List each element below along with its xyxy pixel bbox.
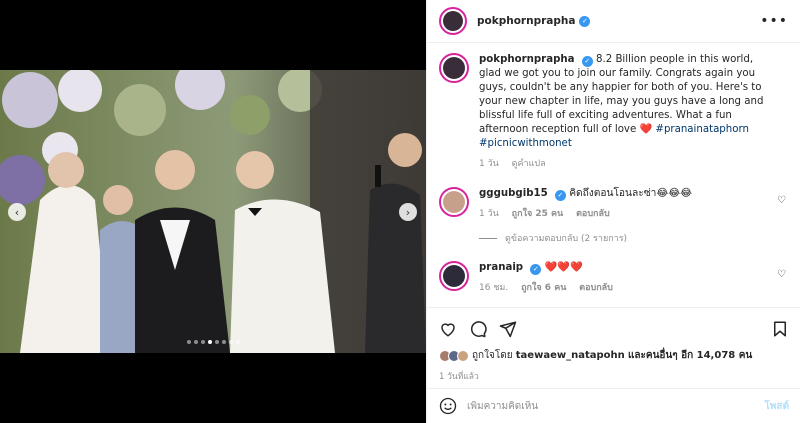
carousel-dot bbox=[187, 340, 191, 344]
carousel-indicator bbox=[187, 340, 240, 344]
liker-avatars bbox=[439, 349, 469, 362]
carousel-prev-button[interactable]: ‹ bbox=[8, 203, 26, 221]
verified-icon: ✓ bbox=[554, 190, 566, 201]
heart-emoji: ❤️ bbox=[639, 124, 653, 135]
share-icon[interactable] bbox=[499, 320, 517, 338]
caption-text: 8.2 Billion people in this world, glad w… bbox=[479, 54, 764, 135]
post-header: pokphornprapha ✓ ••• bbox=[427, 0, 800, 43]
carousel-dot bbox=[236, 340, 240, 344]
carousel-next-button[interactable]: › bbox=[399, 203, 417, 221]
comment-input[interactable] bbox=[467, 400, 765, 412]
verified-icon: ✓ bbox=[579, 15, 591, 27]
caption-username[interactable]: pokphornprapha bbox=[479, 54, 575, 65]
post-media: ‹ › bbox=[0, 0, 426, 423]
post-side-panel: pokphornprapha ✓ ••• pokphornprapha ✓ 8.… bbox=[426, 0, 800, 423]
emoji-icon[interactable] bbox=[439, 397, 457, 415]
more-icon[interactable]: ••• bbox=[760, 13, 788, 29]
carousel-dot bbox=[222, 340, 226, 344]
verified-icon: ✓ bbox=[581, 56, 593, 67]
avatar[interactable] bbox=[439, 187, 469, 217]
carousel-dot bbox=[194, 340, 198, 344]
translate-link[interactable]: ดูคำแปล bbox=[512, 159, 546, 169]
comment-item: pranaip ✓ ❤️❤️❤️ 16 ชม. ถูกใจ 6 คน ตอบกล… bbox=[439, 261, 788, 295]
post-comment-button[interactable]: โพสต์ bbox=[764, 399, 789, 414]
comment-likes[interactable]: ถูกใจ 6 คน bbox=[521, 283, 566, 293]
likes-summary: ถูกใจโดย taewaew_natapohn และคนอื่นๆ อีก… bbox=[439, 348, 789, 363]
comment-item: gggubgib15 ✓ คิดถึงตอนโอนละซ่า😂😂😂 1 วัน … bbox=[439, 187, 788, 221]
comment-time: 1 วัน bbox=[479, 209, 499, 219]
comment-text: ❤️❤️❤️ bbox=[544, 262, 583, 273]
post-actions: ถูกใจโดย taewaew_natapohn และคนอื่นๆ อีก… bbox=[427, 307, 800, 383]
comment-time: 16 ชม. bbox=[479, 283, 509, 293]
save-icon[interactable] bbox=[771, 320, 789, 338]
comment-text: คิดถึงตอนโอนละซ่า😂😂😂 bbox=[569, 188, 693, 199]
hashtag-link[interactable]: #picnicwithmonet bbox=[479, 138, 572, 149]
comment-username[interactable]: pranaip bbox=[479, 262, 523, 273]
carousel-dot bbox=[201, 340, 205, 344]
posted-time: 1 วันที่แล้ว bbox=[439, 372, 479, 382]
comment-icon[interactable] bbox=[469, 320, 487, 338]
hashtag-link[interactable]: #pranainataphorn bbox=[655, 124, 749, 135]
reply-button[interactable]: ตอบกลับ bbox=[579, 283, 613, 293]
view-replies-button[interactable]: ดูข้อความตอบกลับ (2 รายการ) bbox=[479, 231, 788, 245]
wedding-photo[interactable] bbox=[0, 70, 426, 353]
avatar[interactable] bbox=[439, 7, 467, 35]
caption: pokphornprapha ✓ 8.2 Billion people in t… bbox=[439, 53, 788, 171]
reply-button[interactable]: ตอบกลับ bbox=[576, 209, 610, 219]
add-comment-bar: โพสต์ bbox=[427, 388, 800, 423]
heart-icon[interactable] bbox=[439, 320, 457, 338]
avatar[interactable] bbox=[439, 53, 469, 83]
carousel-dot bbox=[229, 340, 233, 344]
post-username[interactable]: pokphornprapha bbox=[477, 15, 575, 27]
carousel-dot bbox=[215, 340, 219, 344]
likes-user[interactable]: taewaew_natapohn bbox=[516, 350, 625, 361]
comment-likes[interactable]: ถูกใจ 25 คน bbox=[512, 209, 564, 219]
carousel-dot bbox=[208, 340, 212, 344]
likes-prefix: ถูกใจโดย bbox=[472, 350, 513, 361]
comment-like-heart-icon[interactable]: ♡ bbox=[777, 269, 786, 280]
avatar[interactable] bbox=[439, 261, 469, 291]
caption-time: 1 วัน bbox=[479, 159, 499, 169]
likes-suffix[interactable]: และคนอื่นๆ อีก 14,078 คน bbox=[628, 348, 752, 363]
verified-icon: ✓ bbox=[530, 264, 542, 275]
comment-like-heart-icon[interactable]: ♡ bbox=[777, 195, 786, 206]
view-replies-label: ดูข้อความตอบกลับ (2 รายการ) bbox=[505, 234, 628, 244]
comment-username[interactable]: gggubgib15 bbox=[479, 188, 548, 199]
comments-list: pokphornprapha ✓ 8.2 Billion people in t… bbox=[427, 43, 800, 307]
